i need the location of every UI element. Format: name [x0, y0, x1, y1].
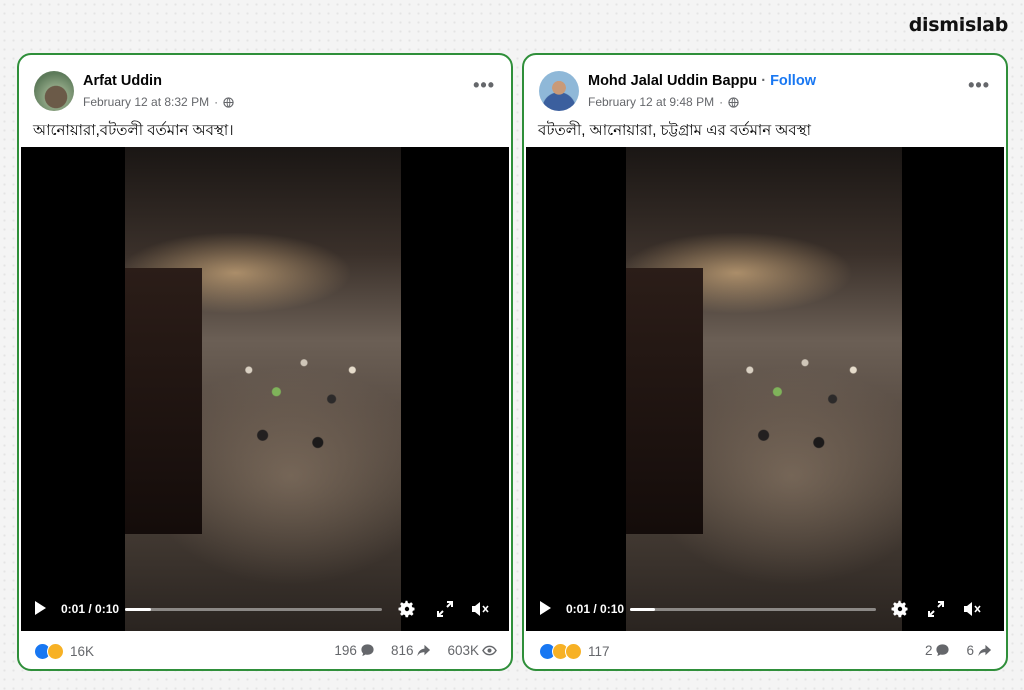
- comment-icon: [936, 644, 950, 657]
- follow-button[interactable]: Follow: [770, 73, 816, 89]
- comment-count: 2: [924, 643, 933, 658]
- more-options-icon[interactable]: •••: [968, 75, 990, 96]
- fullscreen-icon[interactable]: [435, 599, 455, 619]
- progress-fill: [125, 608, 151, 611]
- play-icon[interactable]: [540, 601, 551, 615]
- comment-stat[interactable]: 2: [925, 643, 951, 658]
- post-caption: আনোয়ারা,বটতলী বর্তমান অবস্থা।: [33, 122, 234, 139]
- share-stat[interactable]: 6: [966, 643, 992, 658]
- author-name[interactable]: Mohd Jalal Uddin Bappu: [588, 73, 757, 89]
- view-count: 603K: [447, 643, 479, 658]
- post-meta: February 12 at 8:32 PM ·: [83, 95, 234, 109]
- more-options-icon[interactable]: •••: [473, 75, 495, 96]
- author-row: Mohd Jalal Uddin Bappu · Follow: [588, 73, 816, 89]
- settings-gear-icon[interactable]: [890, 599, 910, 619]
- post-date[interactable]: February 12 at 9:48 PM: [588, 95, 714, 109]
- author-row: Arfat Uddin: [83, 73, 162, 89]
- haha-reaction-icon: [47, 643, 64, 660]
- post-header: Mohd Jalal Uddin Bappu · Follow February…: [524, 55, 1006, 119]
- video-frame: [626, 147, 902, 631]
- comment-stat[interactable]: 196: [334, 643, 375, 658]
- video-time: 0:01 / 0:10: [61, 602, 120, 616]
- progress-bar[interactable]: [125, 608, 382, 611]
- post-footer: 16K 196 816 603K: [19, 641, 511, 665]
- video-player[interactable]: 0:01 / 0:10: [526, 147, 1004, 631]
- comment-count: 196: [334, 643, 357, 658]
- author-name[interactable]: Arfat Uddin: [83, 73, 162, 89]
- share-icon: [978, 644, 992, 657]
- play-icon[interactable]: [35, 601, 46, 615]
- reactions[interactable]: 16K: [34, 643, 94, 660]
- post-caption: বটতলী, আনোয়ারা, চট্টগ্রাম এর বর্তমান অব…: [538, 122, 812, 139]
- video-frame: [125, 147, 401, 631]
- avatar[interactable]: [34, 71, 74, 111]
- video-controls: 0:01 / 0:10: [21, 595, 509, 623]
- reactions[interactable]: 117: [539, 643, 610, 660]
- post-footer: 117 2 6: [524, 641, 1006, 665]
- share-stat[interactable]: 816: [391, 643, 432, 658]
- comment-icon: [361, 644, 374, 657]
- meta-dot: ·: [214, 95, 219, 109]
- share-icon: [417, 644, 431, 657]
- reaction-count: 16K: [70, 644, 95, 659]
- post-stats: 2 6: [915, 643, 992, 658]
- video-time: 0:01 / 0:10: [566, 602, 625, 616]
- post-stats: 196 816 603K: [324, 643, 497, 658]
- reaction-count: 117: [588, 644, 610, 659]
- facebook-post-1: Arfat Uddin February 12 at 8:32 PM · •••…: [17, 53, 513, 671]
- progress-bar[interactable]: [630, 608, 876, 611]
- progress-fill: [630, 608, 655, 611]
- post-date[interactable]: February 12 at 8:32 PM: [83, 95, 209, 109]
- muted-volume-icon[interactable]: [470, 599, 490, 619]
- facebook-post-2: Mohd Jalal Uddin Bappu · Follow February…: [522, 53, 1008, 671]
- post-header: Arfat Uddin February 12 at 8:32 PM · •••: [19, 55, 511, 119]
- globe-icon: [223, 96, 234, 108]
- globe-icon: [728, 96, 739, 108]
- muted-volume-icon[interactable]: [962, 599, 982, 619]
- share-count: 6: [966, 643, 974, 658]
- view-stat: 603K: [447, 643, 497, 658]
- video-controls: 0:01 / 0:10: [526, 595, 1004, 623]
- settings-gear-icon[interactable]: [397, 599, 417, 619]
- sad-reaction-icon: [565, 643, 582, 660]
- video-player[interactable]: 0:01 / 0:10: [21, 147, 509, 631]
- brand-logo: dismislab: [908, 14, 1009, 36]
- fullscreen-icon[interactable]: [926, 599, 946, 619]
- post-meta: February 12 at 9:48 PM ·: [588, 95, 739, 109]
- share-count: 816: [390, 643, 414, 658]
- meta-dot: ·: [719, 95, 724, 109]
- avatar[interactable]: [539, 71, 579, 111]
- eye-icon: [482, 645, 497, 656]
